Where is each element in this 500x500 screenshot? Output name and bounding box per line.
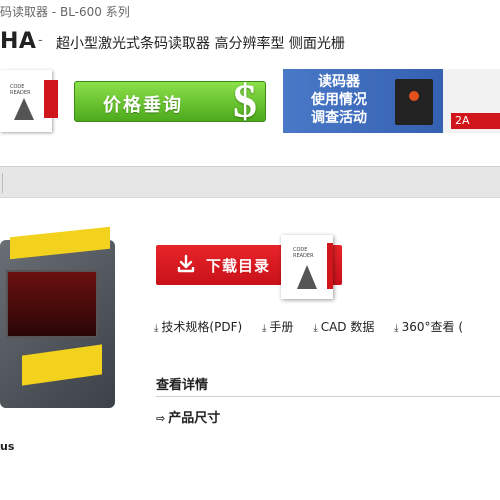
cad-data-label: CAD 数据 [320,320,375,334]
catalog-cover-text-2: READER [293,253,314,259]
spec-pdf-link[interactable]: ⤓ 技术规格(PDF) [154,320,242,334]
product-dimensions-label: 产品尺寸 [168,411,221,426]
document-links: ⤓ 技术规格(PDF) ⤓ 手册 ⤓ CAD 数据 ⤓ 360°查看 ( [154,318,479,335]
price-inquiry-label: 价格垂询 [103,95,183,116]
catalog-cover[interactable]: CODE READER [281,235,333,299]
price-inquiry-banner[interactable]: 价格垂询 $ [74,75,266,128]
catalog-cover-graphic [297,265,317,289]
catalog-thumbnail-text-2: READER [10,90,31,96]
spec-pdf-label: 技术规格(PDF) [161,320,243,334]
title-separator: - [38,33,43,48]
arrow-right-icon: ⇨ [156,412,166,425]
download-catalog-label: 下载目录 [206,257,271,275]
catalog-ribbon [327,243,333,289]
view-360-link[interactable]: ⤓ 360°查看 ( [394,320,463,334]
details-heading: 查看详情 [156,378,209,393]
download-icon [177,254,195,273]
tab-bar[interactable] [0,166,500,198]
tab-divider [2,173,3,193]
dollar-icon: $ [233,75,257,128]
catalog-cover-graphic [14,98,34,120]
breadcrumb[interactable]: 码读取器 - BL-600 系列 [0,3,130,20]
download-icon: ⤓ [394,323,399,334]
manual-label: 手册 [269,320,294,334]
survey-line-3: 调查活动 [311,110,367,126]
manual-link[interactable]: ⤓ 手册 [262,320,293,334]
download-icon: ⤓ [262,323,267,334]
survey-line-1: 读码器 [318,74,360,90]
product-dimensions-link[interactable]: ⇨ 产品尺寸 [156,407,220,426]
survey-card-image: 2A [443,69,500,133]
survey-campaign-banner[interactable]: 读码器 使用情况 调查活动 2A [283,69,500,133]
certification-mark: us [0,440,15,453]
download-icon: ⤓ [313,323,318,334]
catalog-thumbnail[interactable]: CODE READER [0,70,58,132]
download-icon: ⤓ [154,323,159,334]
survey-tag: 2A [451,113,500,129]
product-image [0,226,120,410]
catalog-ribbon [44,80,58,118]
barcode-reader-device-image [395,79,433,125]
view-360-label: 360°查看 ( [401,320,463,334]
cad-data-link[interactable]: ⤓ CAD 数据 [313,320,374,334]
survey-line-2: 使用情况 [311,92,367,108]
page-title-model: HA [0,29,37,54]
page-subtitle: 超小型激光式条码读取器 高分辨率型 侧面光栅 [56,36,345,52]
details-divider [156,396,500,397]
